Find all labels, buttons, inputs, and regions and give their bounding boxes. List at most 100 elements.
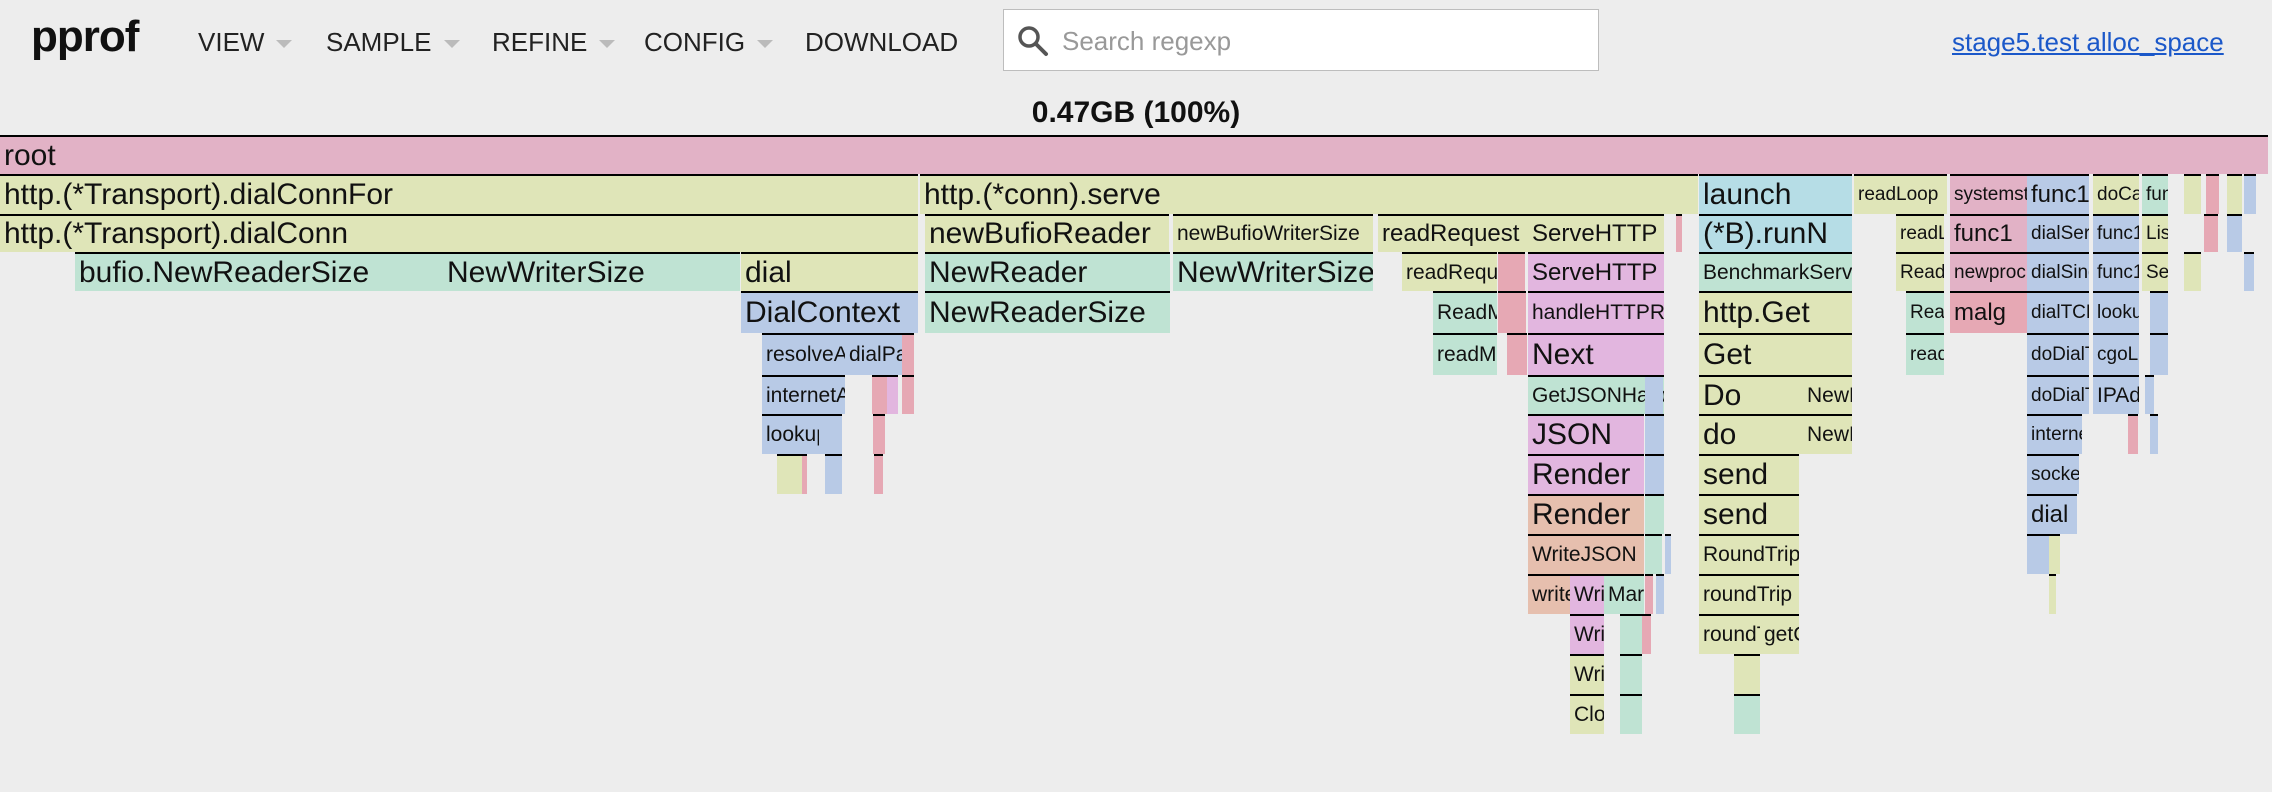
flame-frame[interactable] [2227, 214, 2242, 252]
flame-frame[interactable]: readLoop [1854, 174, 1947, 214]
flame-frame[interactable]: (*B).runN [1699, 214, 1852, 252]
flame-frame[interactable] [887, 375, 898, 414]
flame-frame[interactable] [2049, 534, 2060, 574]
flame-frame[interactable] [1620, 654, 1642, 694]
flame-frame[interactable]: http.(*conn).serve [920, 174, 1698, 214]
flame-frame[interactable]: func1 [2093, 252, 2139, 291]
flame-frame[interactable]: handleHTTPRequest [1528, 291, 1664, 333]
flame-frame[interactable]: List [2142, 214, 2168, 252]
flame-frame[interactable]: doDialTCP [2027, 333, 2089, 375]
flame-frame[interactable]: lookup [762, 414, 819, 454]
flame-frame[interactable]: ReadMIMEHeader [1433, 291, 1497, 333]
flame-frame[interactable]: NewRequest [1803, 375, 1852, 414]
flame-frame[interactable] [874, 454, 883, 494]
flame-frame[interactable]: cgoLookup [2093, 333, 2139, 375]
flame-frame[interactable] [1645, 494, 1664, 534]
flame-frame[interactable]: GetJSONHandler [1528, 375, 1664, 414]
flame-frame[interactable] [2150, 333, 2168, 375]
flame-frame[interactable]: dialSerial [2027, 214, 2089, 252]
flame-frame[interactable]: internetSocket [2027, 414, 2082, 454]
flame-frame[interactable]: NewReaderSize [925, 291, 1170, 333]
flame-frame[interactable]: readLoop [1896, 214, 1944, 252]
flame-frame[interactable]: func [2142, 174, 2168, 214]
flame-frame[interactable] [2150, 414, 2158, 454]
flame-frame[interactable]: roundTrip [1699, 574, 1799, 614]
flame-frame[interactable]: root [0, 135, 2268, 174]
flame-frame[interactable] [2150, 291, 2168, 333]
flame-frame[interactable]: do [1699, 414, 1803, 454]
flame-frame[interactable]: Write [1570, 574, 1604, 614]
flame-frame[interactable]: Serve [2142, 252, 2168, 291]
flame-frame[interactable] [2244, 174, 2256, 214]
flame-frame[interactable]: dialParallel [845, 333, 902, 375]
flame-frame[interactable] [2184, 174, 2201, 214]
flame-frame[interactable]: doDialTCP [2027, 375, 2089, 414]
flame-frame[interactable]: Write [1570, 614, 1604, 654]
flame-frame[interactable]: launch [1699, 174, 1852, 214]
flame-frame[interactable] [1645, 534, 1662, 574]
flame-frame[interactable] [2145, 375, 2154, 414]
flame-frame[interactable] [1498, 291, 1526, 333]
flame-frame[interactable]: WriteJSON [1528, 534, 1644, 574]
flame-frame[interactable]: Do [1699, 375, 1803, 414]
flame-frame[interactable]: lookup [2093, 291, 2139, 333]
flame-frame[interactable]: http.(*Transport).dialConnFor [0, 174, 918, 214]
flame-frame[interactable] [2204, 214, 2218, 252]
flame-frame[interactable] [1620, 694, 1642, 734]
flame-frame[interactable]: IPAddr [2093, 375, 2139, 414]
flame-frame[interactable] [2049, 574, 2056, 614]
flame-frame[interactable] [2227, 174, 2242, 214]
flame-frame[interactable] [1645, 375, 1663, 414]
flame-frame[interactable]: Read [1906, 291, 1944, 333]
flame-frame[interactable] [1676, 214, 1682, 252]
flame-frame[interactable]: Read [1896, 252, 1944, 291]
flame-frame[interactable]: socket [2027, 454, 2079, 494]
flame-frame[interactable] [2128, 414, 2138, 454]
flame-frame[interactable] [2206, 174, 2219, 214]
flame-frame[interactable]: read [1906, 333, 1944, 375]
flame-frame[interactable] [1507, 333, 1527, 375]
flame-frame[interactable]: Close [1570, 694, 1604, 734]
flame-frame[interactable] [2184, 252, 2201, 291]
flame-frame[interactable]: RoundTrip [1699, 534, 1799, 574]
flame-frame[interactable]: newBufioWriterSize [1173, 214, 1373, 252]
flame-frame[interactable]: getConn [1760, 614, 1799, 654]
flame-frame[interactable] [1645, 574, 1653, 614]
flame-frame[interactable]: roundTrip [1699, 614, 1760, 654]
flame-frame[interactable] [1645, 454, 1664, 494]
flame-frame[interactable]: doCall [2093, 174, 2139, 214]
flame-frame[interactable] [825, 454, 842, 494]
flame-frame[interactable] [802, 454, 807, 494]
flame-frame[interactable]: BenchmarkServe [1699, 252, 1852, 291]
flame-frame[interactable] [1656, 574, 1664, 614]
flame-frame[interactable] [872, 375, 887, 414]
flame-frame[interactable]: http.Get [1699, 291, 1852, 333]
flame-frame[interactable] [1645, 414, 1664, 454]
flame-frame[interactable]: dialTCP [2027, 291, 2089, 333]
flame-frame[interactable] [1620, 614, 1642, 654]
flame-frame[interactable]: send [1699, 494, 1799, 534]
flame-frame[interactable]: JSON [1528, 414, 1644, 454]
flame-frame[interactable]: internetAddrList [762, 375, 845, 414]
flame-frame[interactable]: NewRequest [1803, 414, 1852, 454]
flame-frame[interactable] [902, 375, 914, 414]
flame-frame[interactable]: dialSingle [2027, 252, 2089, 291]
flame-frame[interactable]: Next [1528, 333, 1664, 375]
flame-frame[interactable]: Render [1528, 454, 1644, 494]
flame-frame[interactable] [2027, 534, 2049, 574]
flame-frame[interactable]: Marshal [1604, 574, 1644, 614]
flame-frame[interactable]: bufio.NewReaderSize [75, 252, 443, 291]
flame-frame[interactable]: http.(*Transport).dialConn [0, 214, 918, 252]
flame-frame[interactable]: NewWriterSize [1173, 252, 1373, 291]
flame-frame[interactable]: NewWriterSize [443, 252, 740, 291]
flame-frame[interactable]: newBufioReader [925, 214, 1169, 252]
flame-frame[interactable] [873, 414, 885, 454]
flame-frame[interactable]: Render [1528, 494, 1644, 534]
flame-frame[interactable]: dial [741, 252, 918, 291]
flame-frame[interactable]: Get [1699, 333, 1852, 375]
flame-frame[interactable] [1665, 534, 1671, 574]
flame-frame[interactable] [1734, 694, 1760, 734]
flame-frame[interactable]: func1 [2027, 174, 2089, 214]
flame-frame[interactable]: ServeHTTP [1528, 214, 1664, 252]
flame-frame[interactable] [2244, 252, 2254, 291]
